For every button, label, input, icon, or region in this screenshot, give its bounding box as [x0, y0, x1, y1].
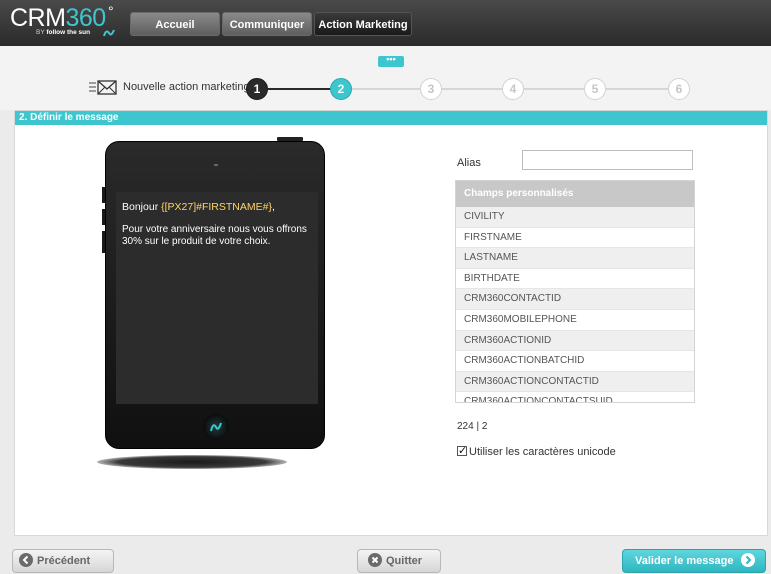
logo-wordmark: CRM360 [10, 4, 106, 32]
step-connector [524, 88, 584, 90]
field-item-civility[interactable]: CIVILITY [456, 207, 694, 228]
unicode-option[interactable]: Utiliser les caractères unicode [457, 444, 616, 458]
sms-body-line-1: Pour votre anniversaire nous vous offron… [122, 224, 307, 235]
sms-preview-screen: Bonjour {[PX27]#FIRSTNAME#}, Pour votre … [116, 192, 318, 404]
wizard-steps-bar: ••• Nouvelle action marketing 1 2 3 4 5 … [0, 46, 771, 110]
arrow-left-circle-icon [19, 553, 33, 567]
step-connector [268, 88, 330, 90]
personalization-tag: {[PX27]#FIRSTNAME#} [161, 201, 272, 213]
section-title: 2. Définir le message [15, 111, 767, 125]
field-item-contactid[interactable]: CRM360CONTACTID [456, 289, 694, 310]
message-envelope-icon [89, 80, 117, 95]
custom-fields-header: Champs personnalisés [456, 181, 694, 207]
field-item-firstname[interactable]: FIRSTNAME [456, 227, 694, 249]
message-panel: 2. Définir le message Bonjour {[PX27]#FI… [14, 110, 768, 536]
field-item-actionid[interactable]: CRM360ACTIONID [456, 330, 694, 352]
previous-button[interactable]: Précédent [12, 549, 114, 573]
field-item-lastname[interactable]: LASTNAME [456, 248, 694, 269]
step-connector [352, 88, 420, 90]
phone-shadow [97, 455, 287, 469]
step-2-indicator[interactable]: 2 [330, 78, 352, 100]
phone-speaker [214, 164, 218, 166]
field-item-birthdate[interactable]: BIRTHDATE [456, 268, 694, 290]
step-connector [606, 88, 668, 90]
logo-degree: ° [108, 3, 114, 19]
arrow-right-circle-icon [740, 553, 755, 567]
step-4-indicator: 4 [502, 78, 524, 100]
unicode-checkbox[interactable] [457, 444, 467, 457]
field-item-actioncontactid[interactable]: CRM360ACTIONCONTACTID [456, 371, 694, 393]
field-item-actionbatchid[interactable]: CRM360ACTIONBATCHID [456, 351, 694, 372]
collapse-toggle[interactable]: ••• [378, 55, 404, 67]
field-item-actioncontactsuid[interactable]: CRM360ACTIONCONTACTSUID [456, 392, 694, 402]
sms-greeting: Bonjour {[PX27]#FIRSTNAME#}, [122, 201, 275, 213]
logo-tagline: BY follow the sun [36, 29, 91, 36]
alias-input[interactable] [522, 150, 693, 170]
custom-fields-list[interactable]: Champs personnalisés CIVILITY FIRSTNAME … [455, 180, 695, 403]
step-connector [442, 88, 502, 90]
sun-swirl-icon [103, 29, 115, 37]
nav-tab-accueil[interactable]: Accueil [130, 12, 220, 36]
step-5-indicator: 5 [584, 78, 606, 100]
top-header: CRM360 ° BY follow the sun Accueil Commu… [0, 0, 771, 46]
unicode-label: Utiliser les caractères unicode [469, 446, 616, 458]
quit-button[interactable]: Quitter [357, 549, 441, 573]
alias-label: Alias [457, 157, 481, 169]
field-item-mobilephone[interactable]: CRM360MOBILEPHONE [456, 309, 694, 331]
step-3-indicator: 3 [420, 78, 442, 100]
wizard-title: Nouvelle action marketing [123, 81, 250, 93]
sun-swirl-icon [210, 422, 222, 432]
sms-body-line-2: 30% sur le produit de votre choix. [122, 236, 271, 247]
phone-preview: Bonjour {[PX27]#FIRSTNAME#}, Pour votre … [105, 141, 325, 449]
crm360-logo[interactable]: CRM360 ° BY follow the sun [10, 3, 120, 40]
nav-tab-communiquer[interactable]: Communiquer [222, 12, 312, 36]
step-6-indicator: 6 [668, 78, 690, 100]
validate-message-button[interactable]: Valider le message [622, 549, 766, 573]
nav-tab-action-marketing[interactable]: Action Marketing [314, 12, 412, 36]
character-counter: 224 | 2 [457, 421, 488, 432]
close-circle-icon [368, 553, 382, 567]
phone-home-button [203, 414, 229, 440]
step-1-indicator[interactable]: 1 [246, 78, 268, 100]
